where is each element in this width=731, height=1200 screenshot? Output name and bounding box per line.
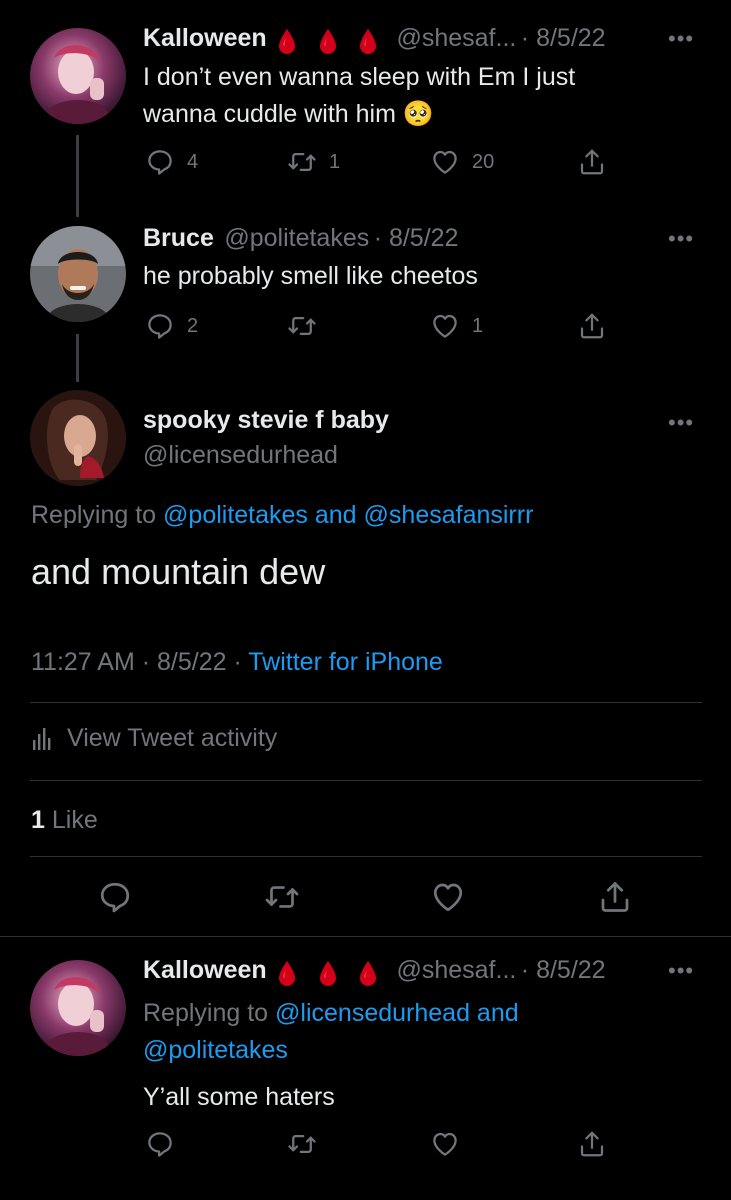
display-name[interactable]: Kalloween xyxy=(143,956,267,984)
avatar[interactable] xyxy=(30,226,126,322)
like-icon xyxy=(430,147,460,177)
blood-drop-icon xyxy=(318,960,338,988)
pleading-face-emoji: 🥺 xyxy=(402,100,435,128)
handle[interactable]: @politetakes xyxy=(224,224,369,252)
reply-button[interactable]: 2 xyxy=(145,311,198,341)
display-name[interactable]: Bruce xyxy=(143,224,214,252)
replying-to-label: Replying to xyxy=(31,501,157,529)
reply-button[interactable] xyxy=(97,879,133,915)
tweet-text-line: I don’t even wanna sleep with Em I just xyxy=(143,63,576,91)
reply-button[interactable]: 4 xyxy=(145,147,198,177)
retweet-icon xyxy=(287,147,317,177)
reply-count: 2 xyxy=(187,314,199,337)
like-icon xyxy=(430,311,460,341)
retweet-icon xyxy=(287,311,317,341)
retweet-count: 1 xyxy=(329,150,341,173)
display-name[interactable]: Kalloween xyxy=(143,24,267,52)
divider xyxy=(30,856,702,857)
replying-to-users[interactable]: @licensedurhead and xyxy=(275,999,519,1027)
more-icon[interactable]: ••• xyxy=(668,226,694,252)
reply-icon xyxy=(145,311,175,341)
like-button[interactable] xyxy=(430,1129,460,1159)
blood-drop-icon xyxy=(277,960,297,988)
tweet-text: he probably smell like cheetos xyxy=(143,262,478,290)
tweet-date[interactable]: · 8/5/22 xyxy=(374,224,459,252)
tweet-date[interactable]: · 8/5/22 xyxy=(521,956,606,984)
like-button[interactable] xyxy=(430,879,466,915)
handle[interactable]: @shesaf... xyxy=(396,956,516,984)
retweet-button[interactable] xyxy=(264,879,300,915)
share-button[interactable] xyxy=(577,1129,607,1159)
retweet-icon xyxy=(287,1129,317,1159)
section-divider xyxy=(0,936,731,937)
activity-chart-icon xyxy=(33,727,51,750)
replying-to-label: Replying to xyxy=(143,999,269,1027)
replying-to-users[interactable]: @politetakes xyxy=(143,1032,519,1069)
reply-icon xyxy=(145,1129,175,1159)
view-tweet-activity[interactable]: View Tweet activity xyxy=(31,724,277,753)
like-icon xyxy=(430,879,466,915)
tweet-text: Y’all some haters xyxy=(143,1083,335,1111)
tweet-timestamp[interactable]: 11:27 AM · 8/5/22 · xyxy=(31,648,242,676)
like-count: 20 xyxy=(472,150,495,173)
display-name[interactable]: spooky stevie f baby xyxy=(143,406,389,435)
tweet-date[interactable]: · 8/5/22 xyxy=(521,24,606,52)
thread-line xyxy=(76,334,79,382)
divider xyxy=(30,780,702,781)
blood-drop-icon xyxy=(358,960,378,988)
like-button[interactable]: 20 xyxy=(430,147,494,177)
reply-icon xyxy=(145,147,175,177)
handle[interactable]: @shesaf... xyxy=(396,24,516,52)
retweet-button[interactable] xyxy=(287,311,317,341)
retweet-button[interactable] xyxy=(287,1129,317,1159)
blood-drop-icon xyxy=(358,28,378,56)
avatar[interactable] xyxy=(30,390,126,486)
blood-drop-icon xyxy=(318,28,338,56)
like-count: 1 xyxy=(472,314,484,337)
more-icon[interactable]: ••• xyxy=(668,26,694,52)
share-button[interactable] xyxy=(577,311,607,341)
like-stats[interactable]: 1 Like xyxy=(31,806,98,835)
tweet-source[interactable]: Twitter for iPhone xyxy=(248,648,443,676)
like-button[interactable]: 1 xyxy=(430,311,483,341)
avatar[interactable] xyxy=(30,960,126,1056)
share-icon xyxy=(577,311,607,341)
tweet-text: and mountain dew xyxy=(31,551,326,592)
share-icon xyxy=(597,879,633,915)
tweet-text-line: wanna cuddle with him xyxy=(143,100,396,128)
thread-line xyxy=(76,135,79,217)
retweet-icon xyxy=(264,879,300,915)
avatar[interactable] xyxy=(30,28,126,124)
divider xyxy=(30,702,702,703)
like-stat-label: Like xyxy=(51,806,98,834)
blood-drop-icon xyxy=(277,28,297,56)
retweet-button[interactable]: 1 xyxy=(287,147,340,177)
more-icon[interactable]: ••• xyxy=(668,410,694,436)
share-icon xyxy=(577,147,607,177)
share-icon xyxy=(577,1129,607,1159)
reply-button[interactable] xyxy=(145,1129,175,1159)
like-stat-count: 1 xyxy=(31,806,45,834)
activity-label: View Tweet activity xyxy=(67,724,278,752)
replying-to-users[interactable]: @politetakes and @shesafansirrr xyxy=(163,501,533,529)
share-button[interactable] xyxy=(577,147,607,177)
like-icon xyxy=(430,1129,460,1159)
handle[interactable]: @licensedurhead xyxy=(143,441,338,470)
reply-icon xyxy=(97,879,133,915)
reply-count: 4 xyxy=(187,150,199,173)
more-icon[interactable]: ••• xyxy=(668,958,694,984)
share-button[interactable] xyxy=(597,879,633,915)
